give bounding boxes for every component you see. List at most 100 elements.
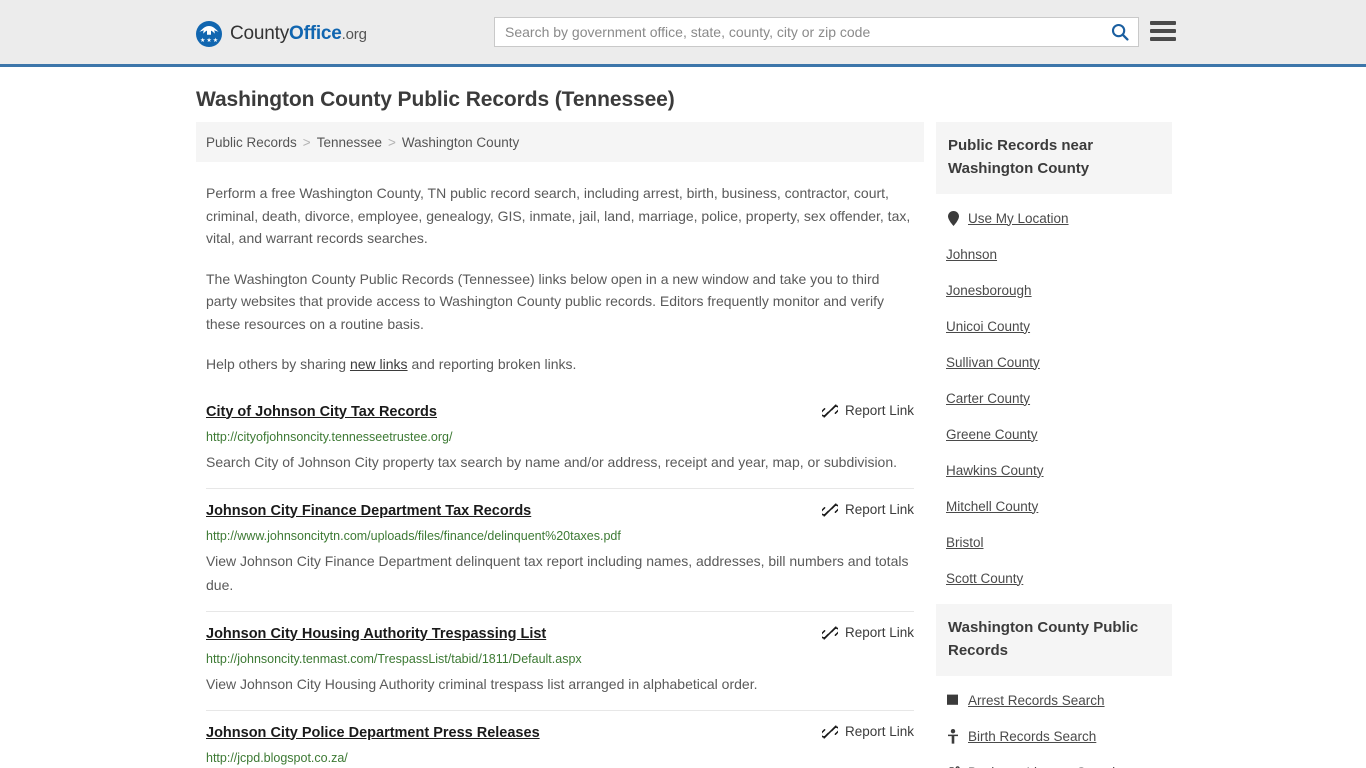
- record-entry: Johnson City Police Department Press Rel…: [206, 709, 914, 768]
- intro-section: Perform a free Washington County, TN pub…: [196, 182, 924, 376]
- record-title-link[interactable]: Johnson City Police Department Press Rel…: [206, 723, 540, 743]
- record-description: View Johnson City Finance Department del…: [206, 552, 909, 593]
- sidebar-nearby-list: Use My Location Johnson Jonesborough Uni…: [936, 194, 1172, 596]
- sidebar-records-box: Washington County Public Records Arrest …: [936, 604, 1172, 768]
- baby-icon: [946, 728, 960, 744]
- sidebar-item-greene-county[interactable]: Greene County: [946, 416, 1172, 452]
- help-prefix: Help others by sharing: [206, 356, 350, 372]
- map-pin-icon: [946, 210, 960, 226]
- handcuffs-icon: [946, 692, 960, 708]
- breadcrumb: Public Records > Tennessee > Washington …: [196, 122, 924, 162]
- intro-paragraph-1: Perform a free Washington County, TN pub…: [206, 185, 911, 246]
- main-content: Public Records > Tennessee > Washington …: [196, 122, 924, 768]
- breadcrumb-item-tennessee[interactable]: Tennessee: [317, 135, 382, 150]
- sidebar-item-use-my-location[interactable]: Use My Location: [946, 200, 1172, 236]
- record-entry: Johnson City Housing Authority Trespassi…: [206, 610, 914, 710]
- sidebar-link-label[interactable]: Use My Location: [968, 211, 1069, 226]
- sidebar-link-label[interactable]: Johnson: [946, 247, 997, 262]
- sidebar-item-birth-records-search[interactable]: Birth Records Search: [946, 718, 1172, 754]
- report-link-label: Report Link: [844, 403, 914, 418]
- site-header: ★★★ CountyOffice.org: [0, 0, 1366, 67]
- report-link-label: Report Link: [844, 502, 914, 517]
- record-entry-header: Johnson City Finance Department Tax Reco…: [206, 501, 914, 521]
- broken-link-icon: [821, 625, 838, 640]
- record-entry-header: City of Johnson City Tax Records Report …: [206, 402, 914, 422]
- sidebar-link-label[interactable]: Jonesborough: [946, 283, 1032, 298]
- intro-help-line: Help others by sharing new links and rep…: [206, 353, 914, 376]
- sidebar-nearby-box: Public Records near Washington County Us…: [936, 122, 1172, 596]
- sidebar-item-arrest-records-search[interactable]: Arrest Records Search: [946, 682, 1172, 718]
- sidebar-nearby-heading: Public Records near Washington County: [936, 122, 1172, 194]
- brand-wordmark: CountyOffice.org: [230, 23, 367, 45]
- record-url[interactable]: http://johnsoncity.tenmast.com/TrespassL…: [206, 650, 914, 669]
- breadcrumb-separator: >: [388, 134, 396, 150]
- report-link-button[interactable]: Report Link: [821, 723, 914, 740]
- sidebar-item-carter-county[interactable]: Carter County: [946, 380, 1172, 416]
- sidebar-item-bristol[interactable]: Bristol: [946, 524, 1172, 560]
- record-entry-header: Johnson City Housing Authority Trespassi…: [206, 624, 914, 644]
- sidebar-link-label[interactable]: Carter County: [946, 391, 1030, 406]
- intro-paragraph-2: The Washington County Public Records (Te…: [206, 270, 885, 332]
- record-entry-header: Johnson City Police Department Press Rel…: [206, 723, 914, 743]
- site-logo[interactable]: ★★★ CountyOffice.org: [196, 21, 367, 47]
- sidebar-link-label[interactable]: Scott County: [946, 571, 1023, 586]
- hamburger-bar: [1150, 29, 1176, 33]
- broken-link-icon: [821, 724, 838, 739]
- sidebar-item-scott-county[interactable]: Scott County: [946, 560, 1172, 596]
- briefcase-gear-icon: [946, 764, 960, 768]
- sidebar-records-heading: Washington County Public Records: [936, 604, 1172, 676]
- sidebar-link-label[interactable]: Sullivan County: [946, 355, 1040, 370]
- brand-part-office: Office: [289, 23, 342, 44]
- sidebar-link-label[interactable]: Mitchell County: [946, 499, 1038, 514]
- search-bar[interactable]: [494, 17, 1139, 47]
- brand-part-tld: .org: [341, 26, 367, 43]
- record-url[interactable]: http://cityofjohnsoncity.tennesseetruste…: [206, 428, 914, 447]
- record-url[interactable]: http://jcpd.blogspot.co.za/: [206, 749, 914, 768]
- hamburger-menu-icon[interactable]: [1150, 19, 1176, 43]
- sidebar: Public Records near Washington County Us…: [936, 122, 1172, 768]
- record-description: View Johnson City Housing Authority crim…: [206, 675, 758, 692]
- sidebar-item-johnson[interactable]: Johnson: [946, 236, 1172, 272]
- sidebar-item-hawkins-county[interactable]: Hawkins County: [946, 452, 1172, 488]
- stars-glyph: ★★★: [200, 38, 220, 44]
- sidebar-item-mitchell-county[interactable]: Mitchell County: [946, 488, 1172, 524]
- eagle-shield-icon: ★★★: [196, 21, 222, 47]
- report-link-button[interactable]: Report Link: [821, 624, 914, 641]
- record-link-list: City of Johnson City Tax Records Report …: [196, 400, 924, 768]
- new-links-link[interactable]: new links: [350, 356, 408, 372]
- search-input[interactable]: [495, 18, 1102, 46]
- sidebar-item-business-license-search[interactable]: Business License Search: [946, 754, 1172, 768]
- record-title-link[interactable]: Johnson City Housing Authority Trespassi…: [206, 624, 546, 644]
- breadcrumb-item-washington-county: Washington County: [401, 134, 520, 150]
- page-title: Washington County Public Records (Tennes…: [196, 88, 675, 111]
- report-link-label: Report Link: [844, 724, 914, 739]
- sidebar-link-label[interactable]: Greene County: [946, 427, 1038, 442]
- record-url[interactable]: http://www.johnsoncitytn.com/uploads/fil…: [206, 527, 914, 546]
- sidebar-link-label[interactable]: Birth Records Search: [968, 729, 1096, 744]
- broken-link-icon: [821, 403, 838, 418]
- report-link-button[interactable]: Report Link: [821, 501, 914, 518]
- record-title-link[interactable]: City of Johnson City Tax Records: [206, 402, 437, 422]
- record-title-link[interactable]: Johnson City Finance Department Tax Reco…: [206, 501, 531, 521]
- broken-link-icon: [821, 502, 838, 517]
- report-link-label: Report Link: [844, 625, 914, 640]
- record-description: Search City of Johnson City property tax…: [206, 453, 898, 470]
- sidebar-link-label[interactable]: Hawkins County: [946, 463, 1044, 478]
- breadcrumb-item-public-records[interactable]: Public Records: [206, 135, 297, 150]
- sidebar-link-label[interactable]: Unicoi County: [946, 319, 1030, 334]
- page-root: ★★★ CountyOffice.org Washington County P…: [0, 0, 1366, 768]
- brand-part-county: County: [230, 23, 290, 44]
- report-link-button[interactable]: Report Link: [821, 402, 914, 419]
- record-entry: Johnson City Finance Department Tax Reco…: [206, 487, 914, 611]
- search-icon: [1111, 23, 1129, 41]
- sidebar-link-label[interactable]: Bristol: [946, 535, 984, 550]
- sidebar-link-label[interactable]: Arrest Records Search: [968, 693, 1105, 708]
- sidebar-records-list: Arrest Records Search Birth Records Sear…: [936, 676, 1172, 768]
- sidebar-item-jonesborough[interactable]: Jonesborough: [946, 272, 1172, 308]
- hamburger-bar: [1150, 21, 1176, 25]
- sidebar-link-label[interactable]: Business License Search: [968, 765, 1120, 768]
- search-button[interactable]: [1102, 18, 1138, 46]
- sidebar-item-sullivan-county[interactable]: Sullivan County: [946, 344, 1172, 380]
- hamburger-bar: [1150, 37, 1176, 41]
- sidebar-item-unicoi-county[interactable]: Unicoi County: [946, 308, 1172, 344]
